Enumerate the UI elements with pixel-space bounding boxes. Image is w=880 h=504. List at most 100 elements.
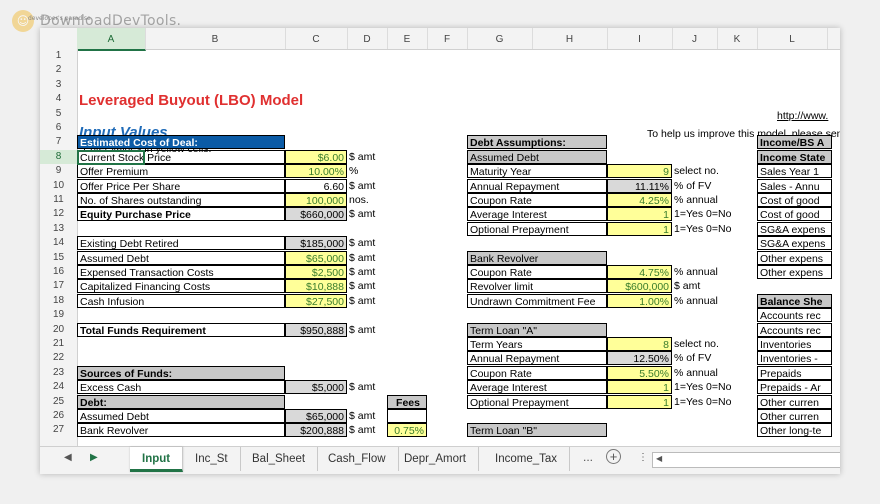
row-header-22[interactable]: 22 <box>40 351 77 365</box>
more-sheets-icon[interactable]: ... <box>583 450 593 464</box>
deal-item-value[interactable]: $10,888 <box>285 279 347 294</box>
excess-cash-label[interactable]: Excess Cash <box>77 380 285 395</box>
deal-item-label[interactable]: No. of Shares outstanding <box>77 193 285 207</box>
row-header-17[interactable]: 17 <box>40 279 77 293</box>
term-loan-a-param-value[interactable]: 5.50% <box>607 365 672 380</box>
sheet-tab-income-tax[interactable]: Income_Tax <box>483 447 571 471</box>
sheet-tab-bal-sheet[interactable]: Bal_Sheet <box>240 447 319 471</box>
term-loan-a-param-value[interactable]: 8 <box>607 337 672 351</box>
deal-item-label[interactable]: Cash Infusion <box>77 293 285 308</box>
deal-item-value[interactable]: $660,000 <box>285 207 347 222</box>
term-loan-a-param-label[interactable]: Optional Prepayment <box>467 394 607 409</box>
row-header-10[interactable]: 10 <box>40 179 77 193</box>
income-item-label[interactable]: Other expens <box>757 265 832 279</box>
assumed-debt-param-value[interactable]: 4.25% <box>607 193 672 207</box>
balance-item-label[interactable]: Accounts rec <box>757 322 832 337</box>
row-header-15[interactable]: 15 <box>40 251 77 265</box>
deal-item-value[interactable]: 6.60 <box>285 178 347 193</box>
deal-item-label[interactable]: Current Stock Price <box>77 149 285 164</box>
term-loan-a-param-label[interactable]: Term Years <box>467 337 607 351</box>
row-header-12[interactable]: 12 <box>40 207 77 221</box>
bank-revolver-param-value[interactable]: $600,000 <box>607 279 672 294</box>
row-header-4[interactable]: 4 <box>40 92 77 106</box>
column-header-b[interactable]: B <box>145 28 286 49</box>
income-item-label[interactable]: SG&A expens <box>757 236 832 251</box>
sheet-tab-inc-st[interactable]: Inc_St <box>183 447 241 471</box>
column-header-c[interactable]: C <box>285 28 348 49</box>
row-header-27[interactable]: 27 <box>40 423 77 437</box>
excess-cash-value[interactable]: $5,000 <box>285 380 347 395</box>
row-header-21[interactable]: 21 <box>40 337 77 351</box>
column-header-g[interactable]: G <box>467 28 533 49</box>
term-loan-a-param-label[interactable]: Annual Repayment <box>467 351 607 366</box>
bank-revolver-fee[interactable]: 0.75% <box>387 423 427 438</box>
assumed-debt-param-value[interactable]: 11.11% <box>607 178 672 193</box>
deal-item-value[interactable]: $6.00 <box>285 149 347 164</box>
deal-item-label[interactable]: Expensed Transaction Costs <box>77 265 285 279</box>
column-header-l[interactable]: L <box>757 28 828 49</box>
row-header-5[interactable]: 5 <box>40 107 77 121</box>
column-header-j[interactable]: J <box>672 28 718 49</box>
column-header-i[interactable]: I <box>607 28 673 49</box>
row-header-23[interactable]: 23 <box>40 366 77 380</box>
income-item-label[interactable]: Sales - Annu <box>757 178 832 193</box>
sheet-tab-cash-flow[interactable]: Cash_Flow <box>316 447 399 471</box>
term-loan-a-param-value[interactable]: 1 <box>607 394 672 409</box>
assumed-debt-param-label[interactable]: Annual Repayment <box>467 178 607 193</box>
term-loan-a-param-value[interactable]: 12.50% <box>607 351 672 366</box>
assumed-debt-param-value[interactable]: 1 <box>607 221 672 236</box>
income-item-label[interactable]: SG&A expens <box>757 221 832 236</box>
row-header-18[interactable]: 18 <box>40 294 77 308</box>
row-header-14[interactable]: 14 <box>40 236 77 250</box>
row-header-24[interactable]: 24 <box>40 380 77 394</box>
balance-item-label[interactable]: Prepaids - Ar <box>757 380 832 395</box>
balance-item-label[interactable]: Other curren <box>757 394 832 409</box>
income-item-label[interactable]: Cost of good <box>757 193 832 207</box>
column-header-d[interactable]: D <box>347 28 388 49</box>
assumed-debt-label[interactable]: Assumed Debt <box>77 409 285 423</box>
bank-revolver-param-label[interactable]: Coupon Rate <box>467 265 607 279</box>
deal-item-value[interactable]: 10.00% <box>285 164 347 179</box>
deal-item-value[interactable]: $2,500 <box>285 265 347 279</box>
sheet-tab-input[interactable]: Input <box>130 447 184 472</box>
balance-item-label[interactable]: Inventories - <box>757 351 832 366</box>
bank-revolver-param-value[interactable]: 1.00% <box>607 293 672 308</box>
assumed-debt-value[interactable]: $65,000 <box>285 409 347 423</box>
assumed-debt-param-label[interactable]: Optional Prepayment <box>467 221 607 236</box>
bank-revolver-value[interactable]: $200,888 <box>285 423 347 438</box>
column-header-e[interactable]: E <box>387 28 428 49</box>
cell-grid[interactable]: Leveraged Buyout (LBO) Model http://www.… <box>77 49 840 449</box>
column-header-f[interactable]: F <box>427 28 468 49</box>
sheet-tab-depr-amort[interactable]: Depr_Amort <box>392 447 479 471</box>
row-header-19[interactable]: 19 <box>40 308 77 322</box>
term-loan-a-param-label[interactable]: Coupon Rate <box>467 365 607 380</box>
column-header-h[interactable]: H <box>532 28 608 49</box>
row-header-9[interactable]: 9 <box>40 164 77 178</box>
deal-item-label[interactable]: Existing Debt Retired <box>77 236 285 251</box>
add-sheet-icon[interactable]: + <box>606 449 621 464</box>
column-header-k[interactable]: K <box>717 28 758 49</box>
income-item-label[interactable]: Cost of good <box>757 207 832 222</box>
row-header-26[interactable]: 26 <box>40 409 77 423</box>
assumed-debt-param-label[interactable]: Average Interest <box>467 207 607 222</box>
row-header-7[interactable]: 7 <box>40 135 77 149</box>
scroll-left-icon[interactable]: ◀ <box>656 454 662 463</box>
term-loan-a-param-label[interactable]: Average Interest <box>467 380 607 395</box>
balance-item-label[interactable]: Other curren <box>757 409 832 423</box>
balance-item-label[interactable]: Inventories <box>757 337 832 351</box>
row-header-6[interactable]: 6 <box>40 121 77 135</box>
assumed-debt-param-value[interactable]: 9 <box>607 164 672 179</box>
row-header-8[interactable]: 8 <box>40 149 77 164</box>
assumed-debt-param-value[interactable]: 1 <box>607 207 672 222</box>
balance-item-label[interactable]: Accounts rec <box>757 308 832 323</box>
income-item-label[interactable]: Sales Year 1 <box>757 164 832 179</box>
total-funds-value[interactable]: $950,888 <box>285 322 347 337</box>
row-header-13[interactable]: 13 <box>40 222 77 236</box>
bank-revolver-label[interactable]: Bank Revolver <box>77 423 285 438</box>
horizontal-scrollbar[interactable]: ◀ <box>652 452 840 468</box>
deal-item-value[interactable]: $185,000 <box>285 236 347 251</box>
row-header-3[interactable]: 3 <box>40 78 77 92</box>
deal-item-label[interactable]: Offer Premium <box>77 164 285 179</box>
balance-item-label[interactable]: Prepaids <box>757 365 832 380</box>
balance-item-label[interactable]: Other long-te <box>757 423 832 438</box>
